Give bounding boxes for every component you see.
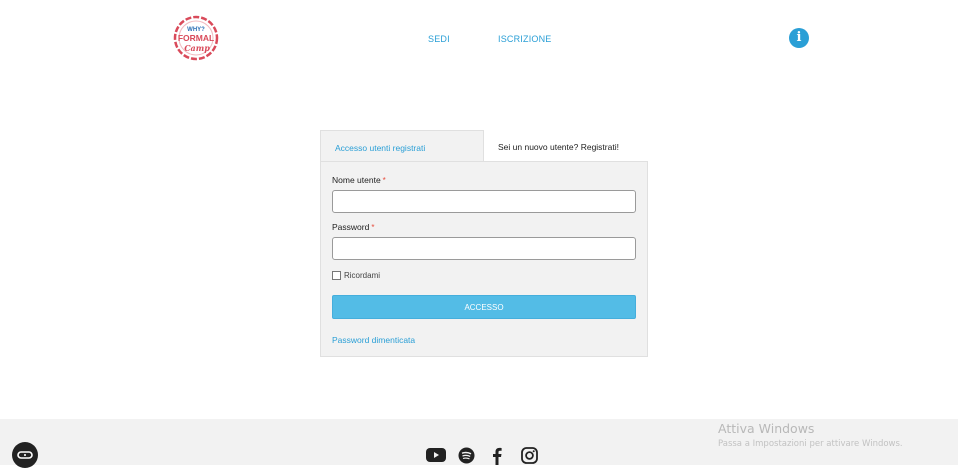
spotify-icon[interactable] — [458, 447, 475, 465]
remember-checkbox[interactable] — [332, 271, 341, 280]
password-input[interactable] — [332, 237, 636, 260]
login-tabs: Accesso utenti registrati Sei un nuovo u… — [320, 130, 649, 162]
username-input[interactable] — [332, 190, 636, 213]
facebook-icon[interactable] — [491, 447, 503, 465]
required-mark: * — [382, 176, 386, 185]
required-mark: * — [371, 223, 375, 232]
svg-text:FORMAL: FORMAL — [178, 33, 214, 43]
windows-activation-subtitle: Passa a Impostazioni per attivare Window… — [718, 439, 903, 449]
login-submit-button[interactable]: ACCESSO — [332, 295, 636, 319]
youtube-icon[interactable] — [426, 447, 446, 465]
cookie-settings-icon[interactable] — [12, 442, 38, 468]
instagram-icon[interactable] — [521, 447, 538, 465]
password-label: Password * — [332, 222, 374, 232]
remember-label: Ricordami — [344, 271, 381, 280]
info-icon[interactable]: i — [789, 28, 809, 48]
username-label-text: Nome utente — [332, 175, 381, 185]
tab-accesso-utenti[interactable]: Accesso utenti registrati — [320, 130, 484, 162]
password-label-text: Password — [332, 222, 370, 232]
windows-activation-title: Attiva Windows — [718, 421, 815, 436]
login-panel: Nome utente * Password * Ricordami ACCESSO… — [320, 161, 648, 357]
nav-iscrizione-link[interactable]: ISCRIZIONE — [498, 34, 552, 44]
forgot-password-link[interactable]: Password dimenticata — [332, 335, 415, 345]
tab-registrati[interactable]: Sei un nuovo utente? Registrati! — [484, 130, 649, 162]
svg-text:Camp: Camp — [184, 43, 210, 53]
username-label: Nome utente * — [332, 175, 386, 185]
site-logo[interactable]: WHY? FORMAL Camp — [172, 14, 220, 62]
remember-me[interactable]: Ricordami — [332, 271, 380, 280]
nav-sedi-link[interactable]: SEDI — [428, 34, 450, 44]
